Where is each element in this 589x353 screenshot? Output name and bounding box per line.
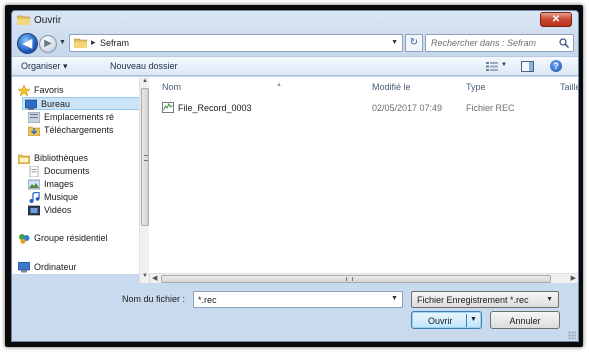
sidebar-item-documents[interactable]: Documents [24,165,139,178]
sidebar-item-music[interactable]: Musique [24,191,139,204]
address-bar[interactable]: ▸ Sefram ▼ [69,34,403,52]
breadcrumb-separator-icon[interactable]: ▸ [91,37,96,48]
new-folder-button[interactable]: Nouveau dossier [110,61,178,71]
sidebar-item-label: Musique [44,192,79,202]
folder-icon [74,38,87,48]
images-icon [28,179,40,190]
column-header-label: Nom [162,82,182,92]
sidebar-item-images[interactable]: Images [24,178,139,191]
browser-body: Favoris Bureau Emplacements ré Télécharg… [12,77,578,283]
file-list-pane[interactable]: Nom ▲ Modifié le Type Taille File_Record… [150,77,578,274]
sidebar-group-computer[interactable]: Ordinateur [18,261,139,274]
column-header-size[interactable]: Taille [560,82,578,92]
close-button[interactable]: ✕ [540,12,572,27]
scrollbar-grip-icon [346,277,353,281]
command-toolbar: Organiser ▾ Nouveau dossier ▼ ? [12,56,578,76]
help-icon[interactable]: ? [550,60,562,72]
sidebar-item-label: Images [44,179,74,189]
refresh-icon: ↻ [409,37,419,48]
title-bar[interactable]: Ouvrir ✕ [12,11,578,30]
downloads-icon [28,126,40,136]
resize-grip-icon[interactable] [568,331,576,339]
sidebar-item-label: Emplacements ré [44,112,115,122]
cancel-button[interactable]: Annuler [490,311,560,329]
sidebar-item-videos[interactable]: Vidéos [24,204,139,217]
desktop-icon [25,99,37,110]
search-icon[interactable] [559,38,569,48]
scrollbar-thumb[interactable] [141,88,149,226]
file-type: Fichier REC [466,103,515,113]
filename-label: Nom du fichier : [122,294,186,304]
sidebar-item-label: Vidéos [44,205,72,215]
open-options-chevron-icon[interactable]: ▼ [470,316,477,323]
sidebar-item-bureau[interactable]: Bureau [22,97,139,110]
libraries-icon [18,154,30,164]
column-header-type[interactable]: Type [466,82,486,92]
open-button[interactable]: Ouvrir ▼ [411,311,482,329]
sidebar-item-label: Bureau [41,99,71,109]
filename-history-chevron-icon[interactable]: ▼ [391,295,398,302]
documents-icon [29,166,39,177]
cancel-button-label: Annuler [509,316,541,326]
recent-locations-chevron-icon[interactable]: ▼ [59,39,66,46]
navigation-pane-scrollbar[interactable]: ▲ ▼ [139,77,149,283]
search-input[interactable]: Rechercher dans : Sefram [431,38,536,48]
view-options-icon[interactable] [486,62,498,71]
sidebar-item-downloads[interactable]: Téléchargements [24,124,139,137]
file-type-select[interactable]: Fichier Enregistrement *.rec ▼ [411,291,559,308]
filename-input[interactable] [193,291,403,308]
window-title: Ouvrir [34,15,62,26]
scroll-right-arrow-icon[interactable]: ▶ [571,274,576,282]
file-modified: 02/05/2017 07:49 [372,103,443,113]
sidebar-group-label: Favoris [34,85,64,95]
open-file-dialog: Ouvrir ✕ ◀ ▶ ▼ ▸ Sefram ▼ ↻ Rechercher d… [11,10,579,342]
sidebar-group-favorites[interactable]: Favoris [18,84,139,97]
scroll-left-arrow-icon[interactable]: ◀ [152,274,157,282]
column-header-modified[interactable]: Modifié le [372,82,411,92]
address-history-chevron-icon[interactable]: ▼ [391,39,398,46]
open-button-label: Ouvrir [428,316,453,326]
preview-pane-icon[interactable] [521,61,534,72]
sidebar-item-label: Téléchargements [44,125,114,135]
sidebar-group-label: Ordinateur [34,262,77,272]
organize-menu-button[interactable]: Organiser ▾ [21,61,68,72]
column-header-name[interactable]: Nom ▲ [162,82,282,92]
file-type-chevron-icon: ▼ [546,296,553,303]
file-list-horizontal-scrollbar[interactable]: ◀ ▶ [150,273,578,283]
view-options-chevron-icon[interactable]: ▼ [501,62,507,68]
homegroup-icon [19,234,30,244]
music-icon [29,192,40,203]
sidebar-group-homegroup[interactable]: Groupe résidentiel [18,232,139,245]
scrollbar-thumb[interactable] [161,275,551,283]
scroll-up-arrow-icon[interactable]: ▲ [142,78,148,84]
sidebar-item-label: Documents [44,166,90,176]
navigation-pane[interactable]: Favoris Bureau Emplacements ré Télécharg… [12,77,139,274]
star-icon [18,85,30,96]
forward-button[interactable]: ▶ [39,35,57,53]
file-name[interactable]: File_Record_0003 [178,103,252,113]
sort-ascending-icon: ▲ [276,82,282,88]
back-button[interactable]: ◀ [17,33,38,54]
breadcrumb-segment[interactable]: Sefram [100,38,129,48]
split-divider [466,314,467,327]
window-folder-icon [17,15,30,25]
scrollbar-grip-icon [144,155,148,161]
scroll-down-arrow-icon[interactable]: ▼ [142,273,148,279]
sidebar-group-label: Bibliothèques [34,153,89,163]
computer-icon [18,262,30,273]
search-box[interactable]: Rechercher dans : Sefram [425,34,574,52]
sidebar-group-label: Groupe résidentiel [34,233,108,243]
rec-file-icon [162,102,174,113]
file-type-selected: Fichier Enregistrement *.rec [417,295,529,305]
sidebar-item-recent-places[interactable]: Emplacements ré [24,111,139,124]
recent-places-icon [28,112,40,123]
sidebar-group-libraries[interactable]: Bibliothèques [18,152,139,165]
refresh-button[interactable]: ↻ [405,34,423,52]
videos-icon [28,205,40,216]
